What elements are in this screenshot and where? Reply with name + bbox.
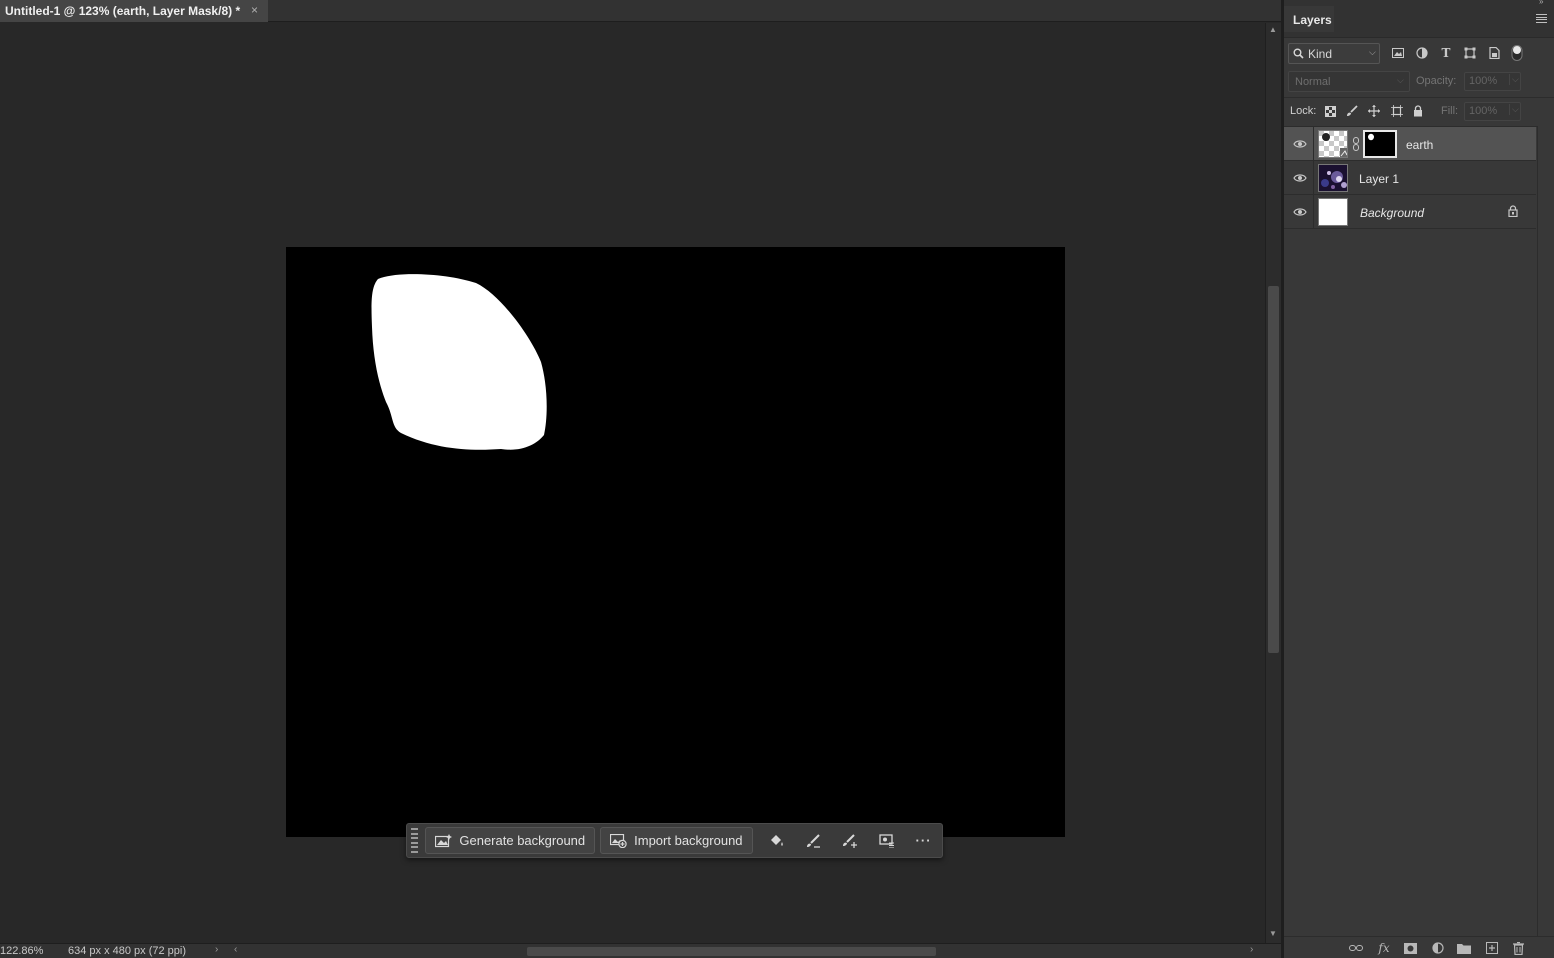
lock-transparent-icon[interactable] — [1322, 103, 1338, 119]
fill-field[interactable]: 100% ⌵ — [1464, 102, 1521, 121]
chevron-down-icon: ⌵ — [1397, 75, 1404, 85]
layer-thumbnail[interactable] — [1318, 130, 1348, 158]
blend-mode-select[interactable]: Normal ⌵ — [1288, 71, 1410, 92]
layer-row-background[interactable]: Background — [1284, 195, 1536, 229]
adjustment-filter-icon[interactable] — [1414, 45, 1430, 61]
photoshop-window: Untitled-1 @ 123% (earth, Layer Mask/8) … — [0, 0, 1554, 958]
zoom-level[interactable]: 122.86% — [0, 945, 44, 957]
brush-plus-icon — [842, 833, 857, 848]
scroll-left-icon[interactable]: ‹ — [234, 944, 237, 955]
lock-image-icon[interactable] — [1344, 103, 1360, 119]
search-icon — [1293, 48, 1304, 59]
layer-name[interactable]: Layer 1 — [1359, 172, 1399, 186]
chevron-down-icon[interactable]: ⌵ — [1509, 74, 1519, 85]
chevron-down-icon[interactable]: ⌵ — [1509, 104, 1519, 115]
layer-name[interactable]: Background — [1360, 206, 1424, 220]
document-tab[interactable]: Untitled-1 @ 123% (earth, Layer Mask/8) … — [0, 0, 268, 22]
layers-panel-footer: fx — [1284, 936, 1554, 958]
layer-row-earth[interactable]: earth — [1284, 127, 1536, 161]
scroll-down-icon[interactable]: ▼ — [1269, 929, 1277, 938]
status-bar: 122.86% 634 px x 480 px (72 ppi) › ‹ › — [0, 943, 1283, 958]
fx-icon[interactable]: fx — [1376, 941, 1392, 955]
eye-icon[interactable] — [1293, 172, 1307, 184]
collapse-panel-icon[interactable]: » — [1539, 0, 1543, 6]
import-background-button[interactable]: Import background — [600, 827, 753, 854]
status-menu-chevron-icon[interactable]: › — [215, 944, 218, 955]
lock-artboard-icon[interactable] — [1389, 103, 1405, 119]
trash-icon[interactable] — [1510, 941, 1526, 955]
more-icon: ··· — [915, 833, 932, 848]
lock-position-icon[interactable] — [1366, 103, 1382, 119]
lock-row: Lock: Fill: 100% ⌵ — [1284, 97, 1554, 123]
scroll-right-icon[interactable]: › — [1250, 944, 1253, 955]
fill-label: Fill: — [1441, 105, 1459, 117]
panel-menu-icon[interactable] — [1536, 14, 1547, 23]
canvas-workspace[interactable]: Generate background Import background ··… — [0, 23, 1265, 943]
layers-panel-scrollbar[interactable] — [1537, 126, 1554, 936]
opacity-field[interactable]: 100% ⌵ — [1464, 72, 1521, 91]
opacity-label: Opacity: — [1416, 75, 1457, 87]
lock-all-icon[interactable] — [1410, 103, 1426, 119]
chevron-down-icon: ⌵ — [1369, 47, 1376, 57]
opacity-value: 100% — [1469, 75, 1498, 87]
image-filter-icon[interactable] — [1390, 45, 1406, 61]
type-filter-icon[interactable]: T — [1438, 45, 1454, 61]
fill-button[interactable] — [758, 827, 795, 854]
layer-row-layer-1[interactable]: Layer 1 — [1284, 161, 1536, 195]
brush-icon — [806, 833, 820, 848]
mask-options-button[interactable] — [868, 827, 905, 854]
generate-image-icon — [435, 833, 453, 847]
generate-background-label: Generate background — [459, 833, 586, 848]
layer-thumbnail[interactable] — [1318, 164, 1348, 192]
generate-background-button[interactable]: Generate background — [425, 827, 596, 854]
close-tab-icon[interactable]: × — [251, 3, 258, 17]
import-image-icon — [610, 833, 627, 848]
new-layer-icon[interactable] — [1484, 941, 1500, 955]
layer-list: earth Layer 1 Background — [1284, 126, 1537, 936]
filter-kind-select[interactable]: Kind ⌵ — [1288, 43, 1380, 64]
horizontal-scroll-thumb[interactable] — [527, 947, 936, 956]
document-canvas[interactable] — [286, 247, 1065, 837]
shape-filter-icon[interactable] — [1462, 45, 1478, 61]
eye-icon[interactable] — [1293, 206, 1307, 218]
brush-subtract-button[interactable] — [794, 827, 831, 854]
import-background-label: Import background — [634, 833, 743, 848]
chain-link-icon[interactable] — [1352, 137, 1360, 151]
adjustment-layer-icon[interactable] — [1430, 941, 1446, 955]
select-subject-icon — [879, 833, 894, 848]
smart-object-filter-icon[interactable] — [1486, 45, 1502, 61]
document-tab-bar: Untitled-1 @ 123% (earth, Layer Mask/8) … — [0, 0, 1283, 22]
paint-bucket-icon — [770, 834, 783, 846]
folder-icon[interactable] — [1456, 941, 1472, 955]
lock-label: Lock: — [1290, 105, 1317, 117]
layer-mask-thumbnail[interactable] — [1363, 130, 1397, 158]
more-options-button[interactable]: ··· — [905, 827, 942, 854]
filter-toggle-icon[interactable] — [1509, 45, 1525, 61]
fill-value: 100% — [1469, 105, 1498, 117]
layers-panel-header: Layers » — [1284, 0, 1554, 38]
layers-tab[interactable]: Layers — [1284, 6, 1334, 32]
scroll-up-icon[interactable]: ▲ — [1269, 25, 1277, 34]
horizontal-scrollbar[interactable]: ‹ › — [232, 944, 1262, 957]
link-layers-icon[interactable] — [1348, 941, 1364, 955]
contextual-task-bar: Generate background Import background ··… — [406, 823, 943, 858]
layer-name[interactable]: earth — [1406, 138, 1433, 152]
vertical-scroll-thumb[interactable] — [1268, 286, 1279, 653]
layers-panel: Layers » Kind ⌵ T Normal ⌵ Opacity: 100%… — [1284, 0, 1554, 958]
layer-thumbnail[interactable] — [1318, 198, 1348, 226]
layer-filter-row: Kind ⌵ T — [1284, 40, 1554, 66]
brush-add-button[interactable] — [831, 827, 868, 854]
layer-mask-white-shape — [371, 274, 547, 450]
eye-icon[interactable] — [1293, 138, 1307, 150]
document-info: 634 px x 480 px (72 ppi) — [68, 945, 187, 957]
document-tab-title: Untitled-1 @ 123% (earth, Layer Mask/8) … — [5, 4, 241, 18]
lock-icon — [1508, 205, 1518, 217]
vertical-scrollbar[interactable]: ▲ ▼ — [1265, 23, 1281, 943]
blend-mode-value: Normal — [1295, 76, 1331, 88]
add-mask-icon[interactable] — [1402, 941, 1418, 955]
taskbar-grip-handle[interactable] — [411, 828, 419, 853]
blend-row: Normal ⌵ Opacity: 100% ⌵ — [1284, 69, 1554, 95]
filter-kind-label: Kind — [1308, 46, 1333, 61]
